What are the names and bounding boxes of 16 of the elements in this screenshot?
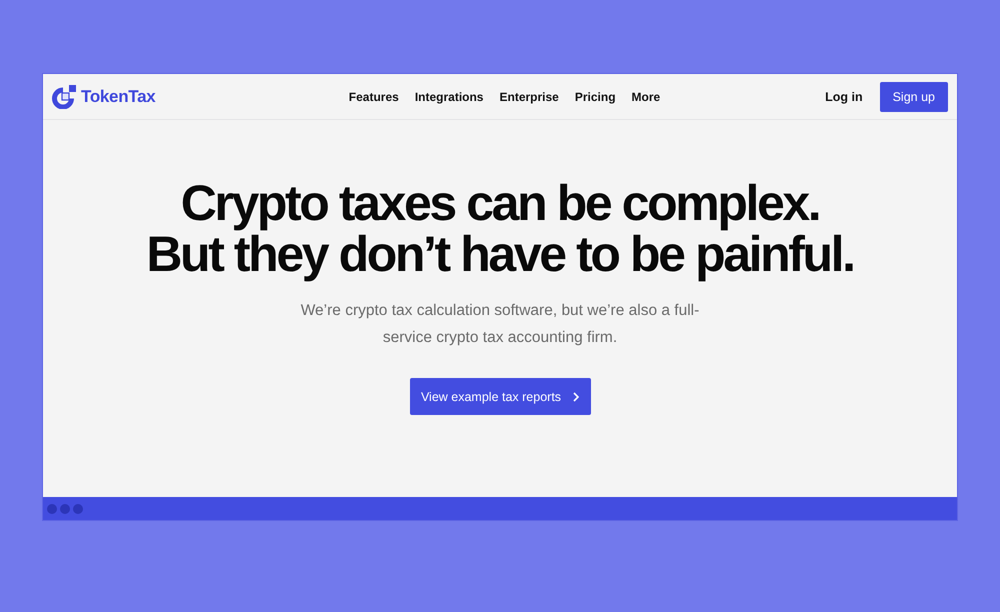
nav-link[interactable]: Enterprise [499,90,559,104]
login-link[interactable]: Log in [825,90,863,104]
window-dot-icon [73,504,83,514]
nav-link[interactable]: Features [348,90,399,104]
chevron-right-icon [573,392,580,402]
nav-link[interactable]: Pricing [574,90,616,104]
hero-headline: Crypto taxes can be complex. But they don’t have to be painful. [145,178,855,280]
window-dot-icon [60,504,70,514]
signup-button[interactable]: Sign up [880,82,948,112]
logo-link[interactable]: TokenTax [51,84,156,108]
view-reports-button[interactable]: View example tax reports [410,378,590,415]
nav-link[interactable]: More [632,90,660,104]
window-dot-icon [47,504,57,514]
hero-subtitle: We’re crypto tax calculation software, but we’re also a full-service crypto tax accounting firm. [300,301,700,348]
nav-link[interactable]: Integrations [414,90,484,104]
logo-icon [51,84,77,108]
